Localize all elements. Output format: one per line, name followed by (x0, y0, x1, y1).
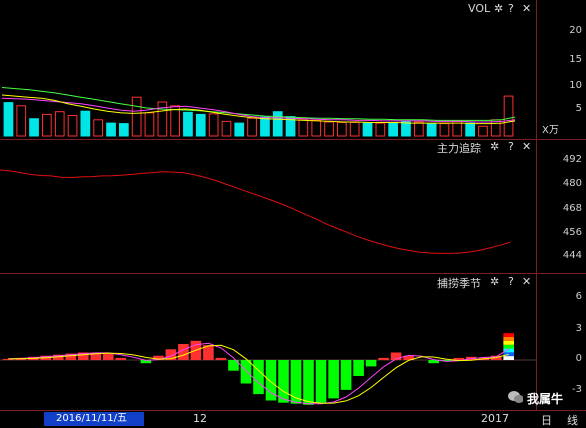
season-bar-stripe (503, 333, 514, 338)
catch-season-close-icon[interactable]: ✕ (522, 275, 531, 288)
cs-tick-0: 0 (575, 353, 582, 364)
vol-bar (503, 95, 514, 137)
wechat-icon (508, 391, 523, 403)
vol-close-icon[interactable]: ✕ (522, 2, 531, 15)
vol-bar (42, 113, 52, 137)
time-axis-bar: 2016/11/11/五 12 2017 日 线 (0, 410, 586, 427)
year-label: 2017 (481, 412, 509, 425)
vol-bar (93, 119, 104, 137)
mf-tick-456: 456 (562, 227, 582, 238)
vol-tick-5: 5 (575, 103, 582, 114)
vol-bar (337, 122, 347, 137)
vol-bar (234, 122, 245, 137)
vol-tick-20: 20 (569, 25, 582, 36)
vol-chart (1, 87, 516, 137)
vol-bar (272, 111, 283, 137)
vol-bar (388, 122, 398, 137)
season-bar-stripe (503, 344, 514, 349)
season-bar-stripe (503, 356, 514, 360)
vol-bar (29, 118, 39, 137)
vol-bar (131, 96, 142, 137)
vol-bar (144, 112, 155, 137)
vol-bar (195, 113, 206, 137)
vol-bar (16, 105, 27, 137)
period-selector[interactable]: 日 (541, 412, 552, 428)
season-bar (340, 360, 352, 390)
catch-season-help-icon[interactable]: ? (508, 275, 514, 288)
mf-tick-468: 468 (562, 203, 582, 214)
cs-tick-6: 6 (575, 291, 582, 302)
season-bar (365, 360, 377, 367)
catch-season-panel: 捕捞季节 ✲ ? ✕ 6 3 0 -3 (0, 274, 586, 410)
line-type-label: 线 (567, 414, 578, 427)
main-force-title: 主力追踪 (437, 142, 481, 155)
vol-title: VOL (468, 2, 491, 15)
main-force-help-icon[interactable]: ? (508, 140, 514, 153)
main-force-line (0, 169, 511, 254)
catch-season-settings-icon[interactable]: ✲ (490, 275, 499, 288)
vol-bar (426, 123, 437, 137)
cs-tick-neg3: -3 (572, 384, 582, 395)
season-bar (353, 360, 364, 376)
vol-bar (208, 113, 219, 137)
season-bar (315, 360, 327, 403)
cs-tick-3: 3 (575, 323, 582, 334)
vol-bar (362, 122, 373, 137)
main-force-panel: 主力追踪 ✲ ? ✕ 492 480 468 456 444 (0, 140, 586, 274)
vol-bar (80, 110, 91, 137)
vol-bar (311, 119, 322, 137)
vol-panel: VOL ✲ ? ✕ 20 15 10 5 X万 (0, 0, 586, 140)
vol-settings-icon[interactable]: ✲ (494, 2, 503, 15)
vol-help-icon[interactable]: ? (508, 2, 514, 15)
vol-bar (221, 120, 232, 137)
vol-bar (3, 102, 14, 137)
vol-bar (54, 111, 65, 137)
month-label: 12 (193, 412, 207, 425)
season-bar-stripe (503, 337, 514, 341)
vol-bar (170, 105, 181, 137)
season-bar (103, 353, 114, 360)
season-bar (278, 360, 289, 403)
vol-bar (401, 120, 411, 137)
season-bar (328, 360, 339, 399)
vol-bar (465, 122, 475, 137)
vol-bar (247, 117, 257, 137)
cursor-date-box: 2016/11/11/五 (44, 412, 144, 426)
season-bar (115, 357, 127, 360)
season-bar (253, 360, 264, 395)
vol-bar (375, 122, 386, 137)
season-bar (215, 357, 227, 360)
season-bar (378, 357, 389, 360)
vol-tick-15: 15 (569, 54, 582, 65)
vol-tick-10: 10 (569, 80, 582, 91)
vol-bar (298, 119, 309, 137)
vol-bar (67, 115, 78, 137)
mf-tick-492: 492 (562, 154, 582, 165)
vol-ma-line (1, 94, 516, 125)
main-force-chart (0, 169, 511, 254)
catch-season-chart (0, 333, 537, 405)
main-force-settings-icon[interactable]: ✲ (490, 140, 499, 153)
vol-bar (106, 122, 116, 137)
vol-bar (439, 123, 450, 137)
vol-bar (324, 121, 334, 137)
season-bar (240, 360, 252, 384)
vol-bar (414, 121, 424, 137)
mf-tick-480: 480 (562, 178, 582, 189)
main-force-close-icon[interactable]: ✕ (522, 140, 531, 153)
vol-bar (349, 122, 360, 137)
season-bar (303, 360, 314, 405)
vol-bar (478, 125, 488, 137)
vol-bar (119, 123, 129, 137)
season-bar (290, 360, 302, 404)
vol-bar (183, 111, 193, 137)
vol-bar (260, 116, 270, 137)
catch-season-title: 捕捞季节 (437, 277, 481, 290)
season-bar-stripe (503, 341, 514, 345)
mf-tick-444: 444 (562, 250, 582, 261)
watermark-text: 我属牛 (527, 392, 564, 406)
vol-unit-label: X万 (542, 125, 559, 136)
